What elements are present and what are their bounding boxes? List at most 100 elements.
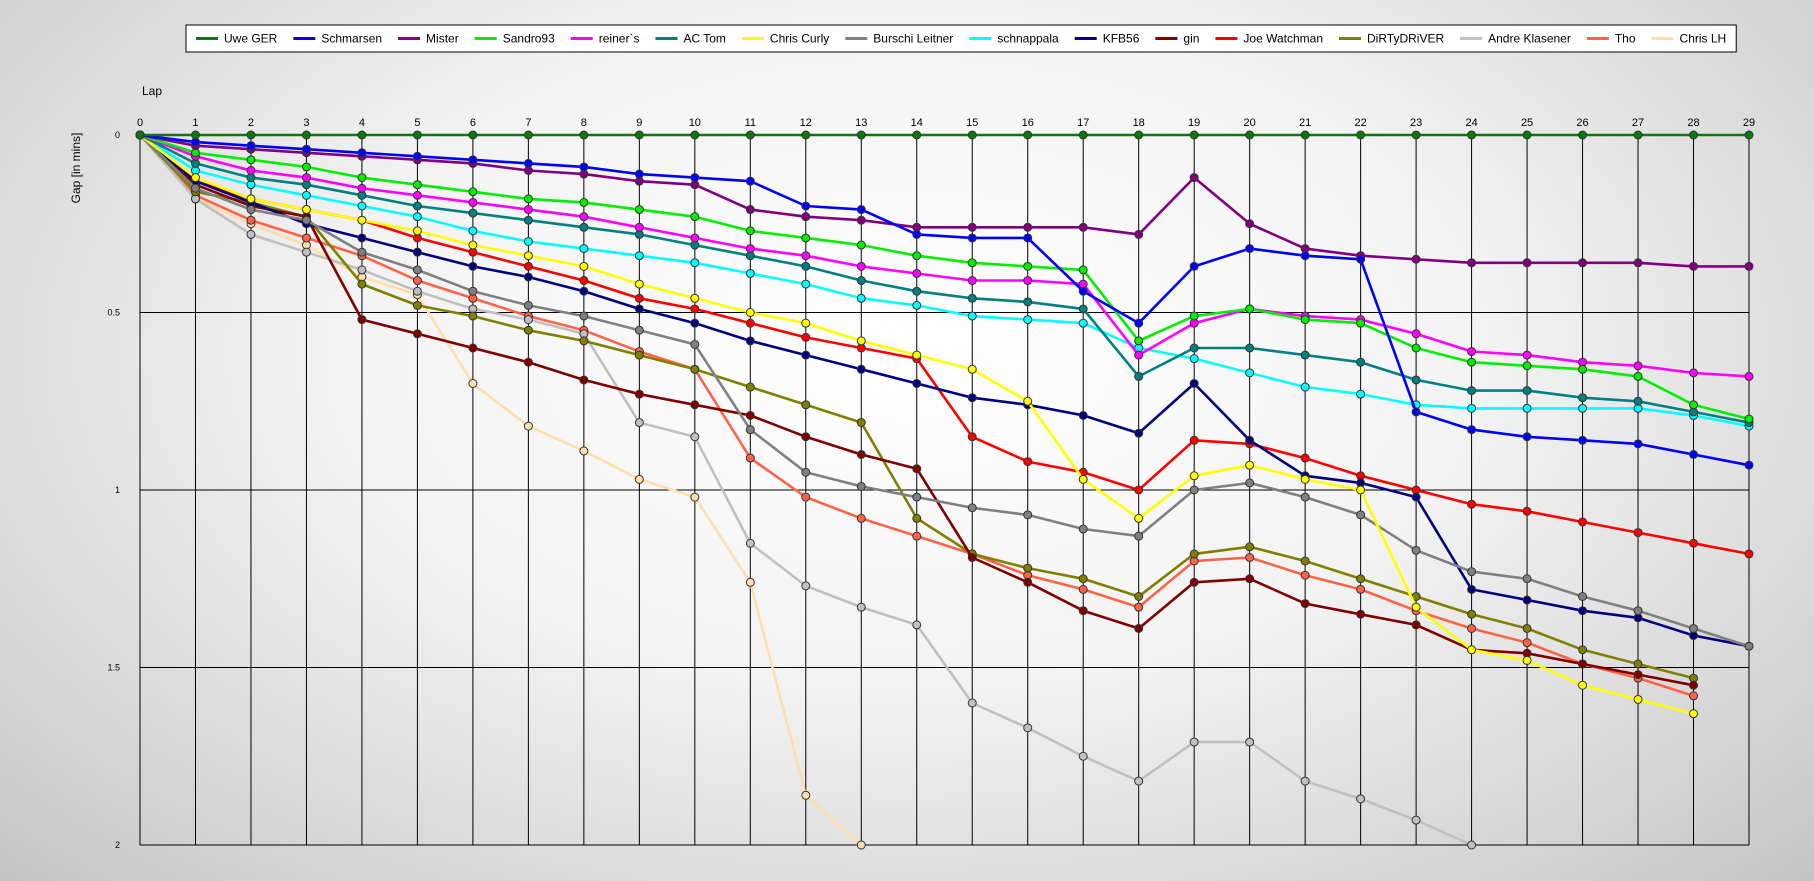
data-point: [745, 176, 755, 186]
data-point: [301, 144, 311, 154]
data-point: [1356, 794, 1366, 804]
data-point: [1411, 602, 1421, 612]
data-point: [1356, 357, 1366, 367]
data-point: [357, 279, 367, 289]
data-point: [412, 286, 422, 296]
data-point: [1134, 130, 1144, 140]
data-point: [1411, 492, 1421, 502]
data-point: [1189, 471, 1199, 481]
series-ac-tom: [135, 130, 1754, 428]
data-point: [1134, 350, 1144, 360]
data-point: [301, 247, 311, 257]
data-point: [1467, 386, 1477, 396]
data-point: [1522, 595, 1532, 605]
data-point: [523, 315, 533, 325]
data-point: [1356, 574, 1366, 584]
data-point: [1300, 599, 1310, 609]
data-point: [1134, 531, 1144, 541]
data-point: [1189, 435, 1199, 445]
data-point: [856, 364, 866, 374]
data-point: [1356, 254, 1366, 264]
data-point: [1578, 393, 1588, 403]
data-point: [1522, 623, 1532, 633]
data-point: [634, 389, 644, 399]
data-point: [1689, 538, 1699, 548]
series-uwe-ger: [135, 130, 1754, 140]
data-point: [1411, 329, 1421, 339]
data-point: [634, 325, 644, 335]
data-point: [1467, 425, 1477, 435]
data-point: [801, 233, 811, 243]
legend-label: Uwe GER: [224, 32, 278, 46]
data-point: [301, 190, 311, 200]
legend-label: Tho: [1615, 32, 1636, 46]
data-point: [1300, 474, 1310, 484]
data-point: [357, 148, 367, 158]
data-point: [1245, 130, 1255, 140]
data-point: [1134, 776, 1144, 786]
data-point: [1356, 584, 1366, 594]
data-point: [1078, 574, 1088, 584]
data-point: [745, 205, 755, 215]
data-point: [634, 279, 644, 289]
x-tick-label: 24: [1465, 117, 1477, 129]
data-point: [1300, 556, 1310, 566]
data-point: [634, 169, 644, 179]
data-point: [745, 453, 755, 463]
data-point: [745, 538, 755, 548]
data-point: [967, 311, 977, 321]
data-point: [1467, 357, 1477, 367]
data-point: [190, 130, 200, 140]
data-point: [301, 173, 311, 183]
data-point: [523, 325, 533, 335]
data-point: [745, 308, 755, 317]
data-point: [801, 400, 811, 410]
data-point: [1356, 510, 1366, 520]
data-point: [801, 350, 811, 360]
data-point: [412, 247, 422, 257]
data-point: [912, 286, 922, 296]
x-tick-label: 7: [525, 117, 531, 129]
data-point: [1578, 403, 1588, 413]
data-point: [1023, 315, 1033, 325]
data-point: [412, 329, 422, 339]
data-point: [1134, 485, 1144, 495]
data-point: [357, 130, 367, 140]
data-point: [801, 279, 811, 289]
legend-label: Sandro93: [503, 32, 555, 46]
data-point: [912, 130, 922, 140]
data-point: [579, 130, 589, 140]
data-point: [1522, 361, 1532, 371]
data-point: [1078, 130, 1088, 140]
data-point: [246, 194, 256, 204]
data-point: [1078, 474, 1088, 484]
data-point: [967, 503, 977, 513]
data-point: [468, 379, 478, 388]
data-point: [468, 261, 478, 271]
data-point: [856, 276, 866, 286]
x-tick-label: 8: [581, 117, 587, 129]
data-point: [856, 130, 866, 140]
data-point: [1134, 229, 1144, 239]
data-point: [1522, 386, 1532, 396]
data-point: [468, 197, 478, 207]
data-point: [1467, 347, 1477, 357]
data-point: [523, 272, 533, 282]
data-point: [1411, 407, 1421, 417]
series-joe-watchman: [135, 130, 1754, 559]
data-point: [412, 190, 422, 200]
data-point: [1189, 343, 1199, 353]
data-point: [967, 698, 977, 708]
data-point: [745, 336, 755, 346]
data-point: [301, 130, 311, 140]
data-point: [1356, 130, 1366, 140]
data-point: [1578, 645, 1588, 655]
data-point: [1245, 368, 1255, 378]
series-line: [139, 133, 1750, 467]
data-point: [690, 304, 700, 314]
data-point: [912, 464, 922, 474]
data-point: [190, 173, 200, 183]
data-point: [135, 130, 145, 140]
data-point: [1689, 691, 1699, 701]
data-point: [856, 450, 866, 459]
